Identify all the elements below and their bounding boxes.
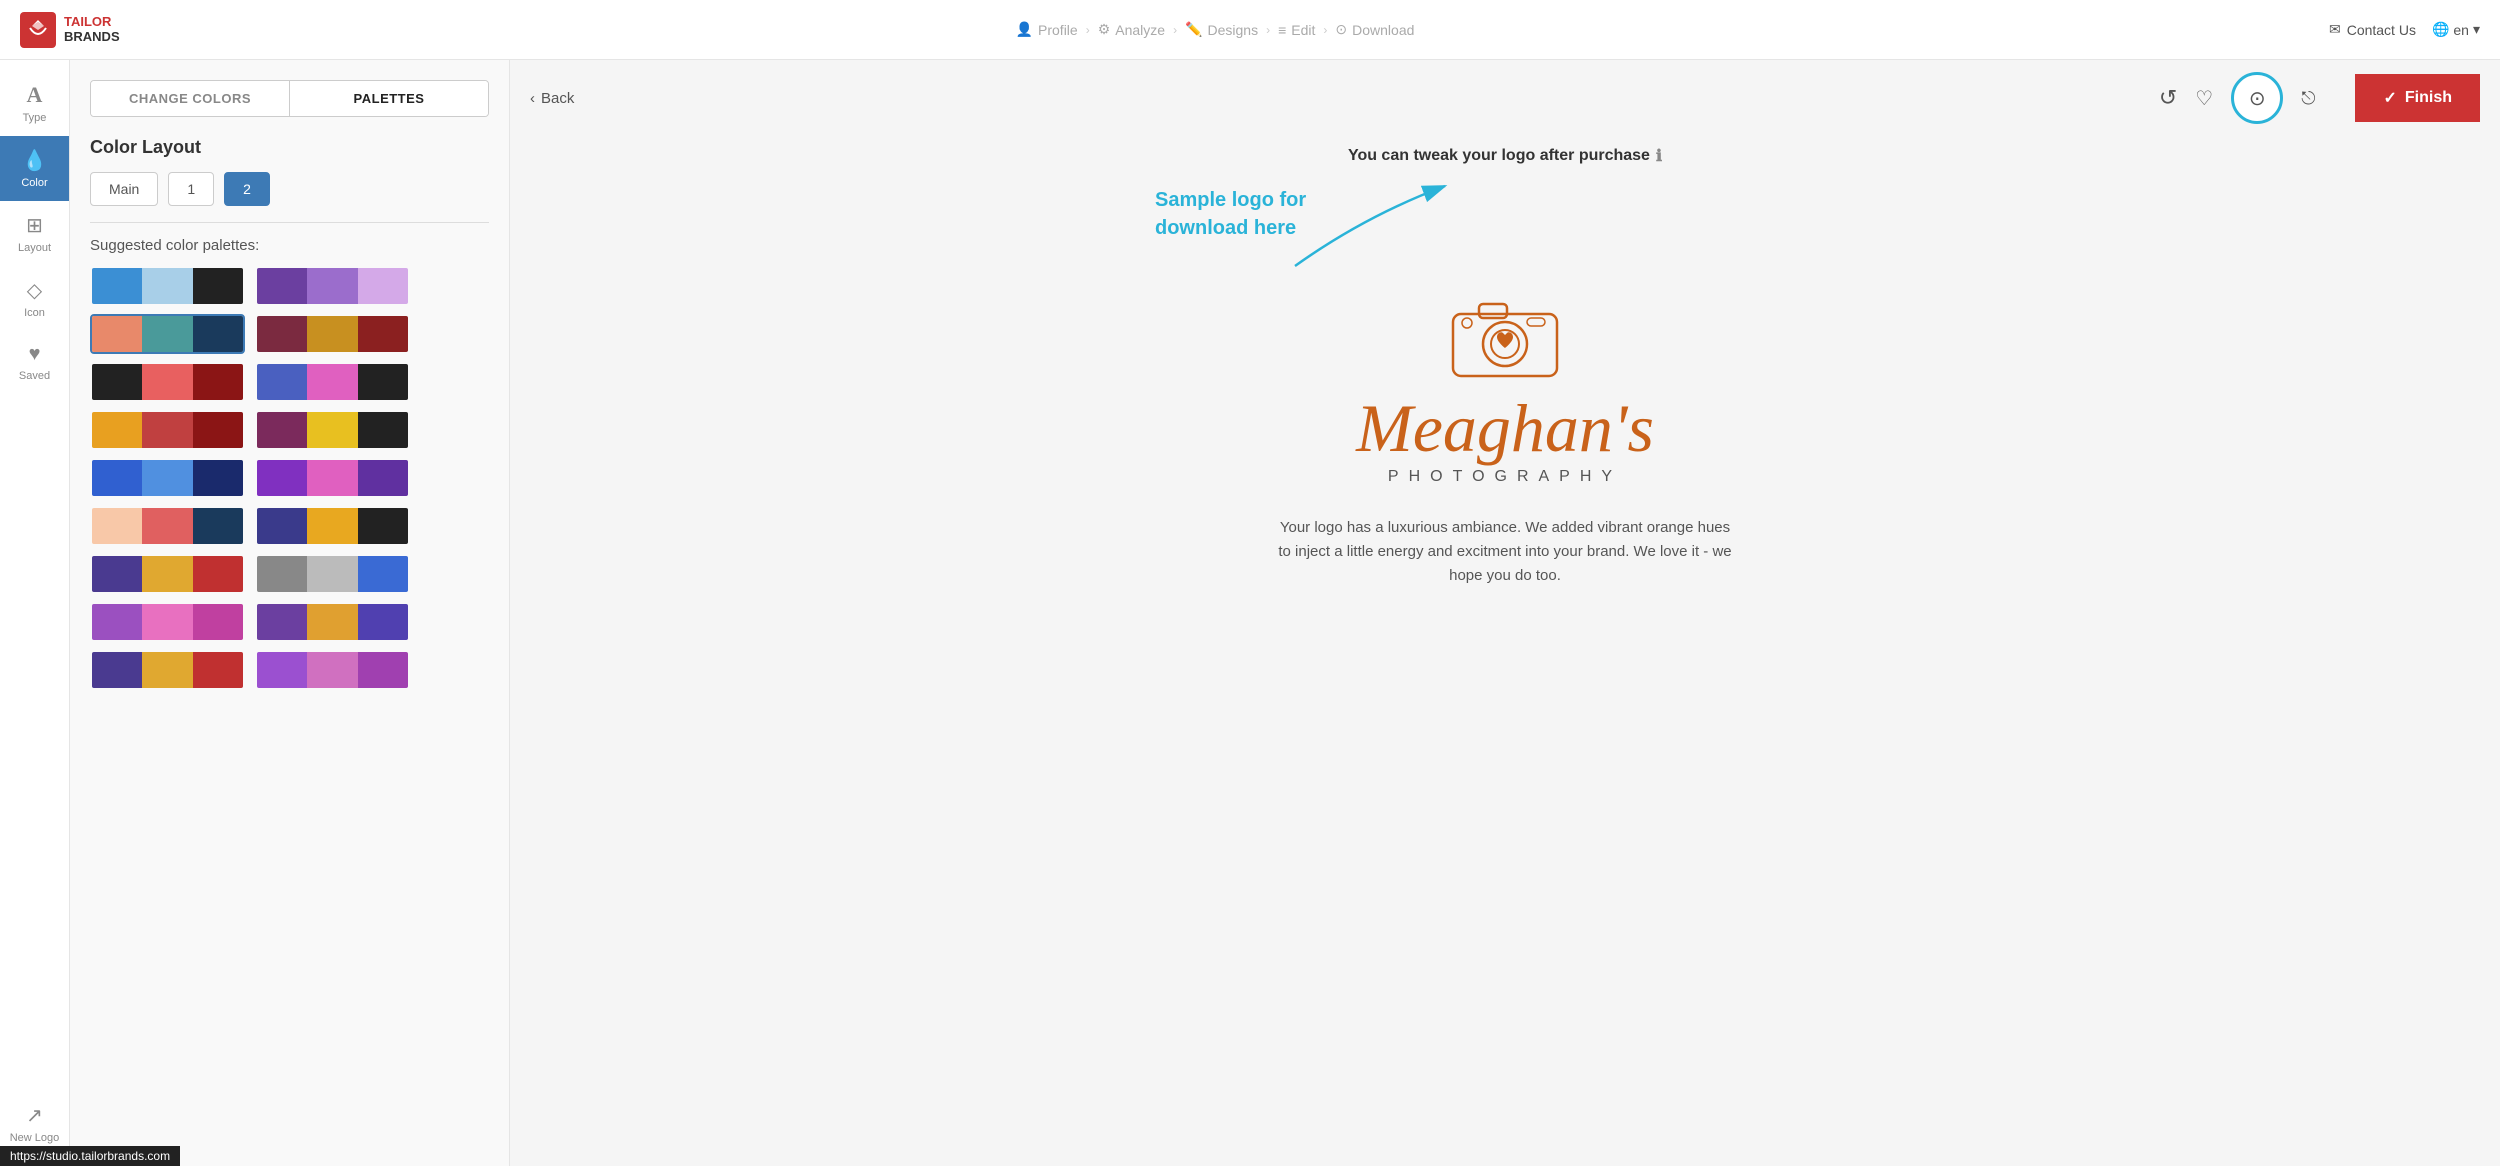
sidebar-item-color[interactable]: 💧 Color (0, 136, 69, 201)
color-option-main[interactable]: Main (90, 172, 158, 206)
color-layout-title: Color Layout (90, 137, 489, 158)
back-arrow-icon: ‹ (530, 90, 535, 107)
edit-icon: ≡ (1278, 22, 1286, 38)
palettes-grid (90, 266, 489, 690)
palette-swatch-1-1[interactable] (90, 266, 245, 306)
palette-swatch-7-2[interactable] (255, 554, 410, 594)
tailor-brands-logo-icon (20, 12, 56, 48)
back-button[interactable]: ‹ Back (530, 90, 574, 107)
chevron-down-icon: ▾ (2473, 21, 2480, 38)
nav-arrow-3: › (1266, 23, 1270, 37)
heart-icon: ♥ (29, 343, 41, 366)
main-layout: A Type 💧 Color ⊞ Layout ◇ Icon ♥ Saved ↗… (0, 60, 2500, 1166)
logo-sub-name: PHOTOGRAPHY (1388, 468, 1622, 486)
palette-swatch-4-1[interactable] (90, 410, 245, 450)
nav-step-profile[interactable]: 👤 Profile (1016, 21, 1078, 38)
url-bar: https://studio.tailorbrands.com (0, 1146, 180, 1166)
palette-swatch-6-1[interactable] (90, 506, 245, 546)
sidebar-icons: A Type 💧 Color ⊞ Layout ◇ Icon ♥ Saved ↗… (0, 60, 70, 1166)
header-right: ✉ Contact Us 🌐 en ▾ (2260, 21, 2480, 38)
toolbar-icons: ↺ ♡ ⊙ ⎋ (2159, 72, 2316, 124)
palette-swatch-7-1[interactable] (90, 554, 245, 594)
color-option-1[interactable]: 1 (168, 172, 214, 206)
tab-change-colors[interactable]: CHANGE COLORS (91, 81, 290, 116)
logo-display: Meaghan's PHOTOGRAPHY (1356, 286, 1654, 486)
palette-swatch-6-2[interactable] (255, 506, 410, 546)
color-icon: 💧 (22, 148, 47, 173)
palette-swatch-5-1[interactable] (90, 458, 245, 498)
designs-icon: ✏️ (1185, 21, 1202, 38)
logo-area[interactable]: TAILOR BRANDS (20, 12, 170, 48)
canvas-content: You can tweak your logo after purchase ℹ… (510, 136, 2500, 1166)
download-circle-icon: ⊙ (2249, 86, 2266, 111)
nav-arrow-1: › (1086, 23, 1090, 37)
share-icon: ↗ (26, 1103, 43, 1128)
sidebar-item-type[interactable]: A Type (0, 70, 69, 136)
palette-row-7 (90, 554, 489, 594)
share-icon[interactable]: ⎋ (2301, 88, 2315, 109)
palette-row-8 (90, 602, 489, 642)
analyze-icon: ⚙ (1098, 21, 1111, 38)
palette-row-1 (90, 266, 489, 306)
palette-row-5 (90, 458, 489, 498)
palette-swatch-4-2[interactable] (255, 410, 410, 450)
camera-icon (1445, 286, 1565, 381)
contact-us-button[interactable]: ✉ Contact Us (2329, 21, 2416, 38)
language-selector[interactable]: 🌐 en ▾ (2432, 21, 2480, 38)
palettes-title: Suggested color palettes: (90, 237, 489, 254)
checkmark-icon: ✓ (2383, 88, 2396, 108)
annotation-overlay: Sample logo fordownload here (1155, 176, 1855, 256)
palette-swatch-1-2[interactable] (255, 266, 410, 306)
color-option-2[interactable]: 2 (224, 172, 270, 206)
canvas-toolbar: ‹ Back ↺ ♡ ⊙ ⎋ ✓ Finish (510, 60, 2500, 136)
logo-description: Your logo has a luxurious ambiance. We a… (1275, 516, 1735, 588)
palette-row-3 (90, 362, 489, 402)
palette-row-9 (90, 650, 489, 690)
globe-icon: 🌐 (2432, 21, 2449, 38)
color-layout-options: Main 1 2 (90, 172, 489, 206)
finish-button[interactable]: ✓ Finish (2355, 74, 2480, 122)
palette-row-4 (90, 410, 489, 450)
nav-step-download[interactable]: ⊙ Download (1335, 21, 1414, 38)
download-circle-button[interactable]: ⊙ (2231, 72, 2283, 124)
palette-swatch-2-2[interactable] (255, 314, 410, 354)
sidebar-item-icon[interactable]: ◇ Icon (0, 266, 69, 331)
logo-text: TAILOR BRANDS (64, 15, 120, 44)
palette-swatch-8-2[interactable] (255, 602, 410, 642)
palette-swatch-9-1[interactable] (90, 650, 245, 690)
palette-row-2 (90, 314, 489, 354)
palette-swatch-3-1[interactable] (90, 362, 245, 402)
sidebar-item-layout[interactable]: ⊞ Layout (0, 201, 69, 266)
palette-swatch-3-2[interactable] (255, 362, 410, 402)
sample-label: Sample logo fordownload here (1155, 186, 1306, 242)
color-panel: CHANGE COLORS PALETTES Color Layout Main… (70, 60, 510, 1166)
nav-step-designs[interactable]: ✏️ Designs (1185, 21, 1258, 38)
download-icon: ⊙ (1335, 21, 1347, 38)
undo-icon[interactable]: ↺ (2159, 85, 2177, 111)
palette-row-6 (90, 506, 489, 546)
palette-swatch-5-2[interactable] (255, 458, 410, 498)
sidebar-item-saved[interactable]: ♥ Saved (0, 331, 69, 394)
logo-brand-name: Meaghan's (1356, 391, 1654, 466)
divider (90, 222, 489, 223)
nav-steps: 👤 Profile › ⚙ Analyze › ✏️ Designs › ≡ E… (170, 21, 2260, 38)
mail-icon: ✉ (2329, 21, 2341, 38)
diamond-icon: ◇ (27, 278, 42, 303)
canvas-area: ‹ Back ↺ ♡ ⊙ ⎋ ✓ Finish You can tweak yo… (510, 60, 2500, 1166)
palette-swatch-2-1[interactable] (90, 314, 245, 354)
palette-swatch-8-1[interactable] (90, 602, 245, 642)
nav-arrow-4: › (1323, 23, 1327, 37)
nav-step-edit[interactable]: ≡ Edit (1278, 22, 1315, 38)
panel-tabs: CHANGE COLORS PALETTES (90, 80, 489, 117)
tab-palettes[interactable]: PALETTES (290, 81, 488, 116)
type-icon: A (27, 82, 43, 108)
profile-icon: 👤 (1016, 21, 1033, 38)
info-icon: ℹ (1656, 146, 1662, 166)
nav-step-analyze[interactable]: ⚙ Analyze (1098, 21, 1165, 38)
layout-icon: ⊞ (26, 213, 43, 238)
nav-arrow-2: › (1173, 23, 1177, 37)
favorite-icon[interactable]: ♡ (2195, 86, 2213, 111)
header: TAILOR BRANDS 👤 Profile › ⚙ Analyze › ✏️… (0, 0, 2500, 60)
palette-swatch-9-2[interactable] (255, 650, 410, 690)
